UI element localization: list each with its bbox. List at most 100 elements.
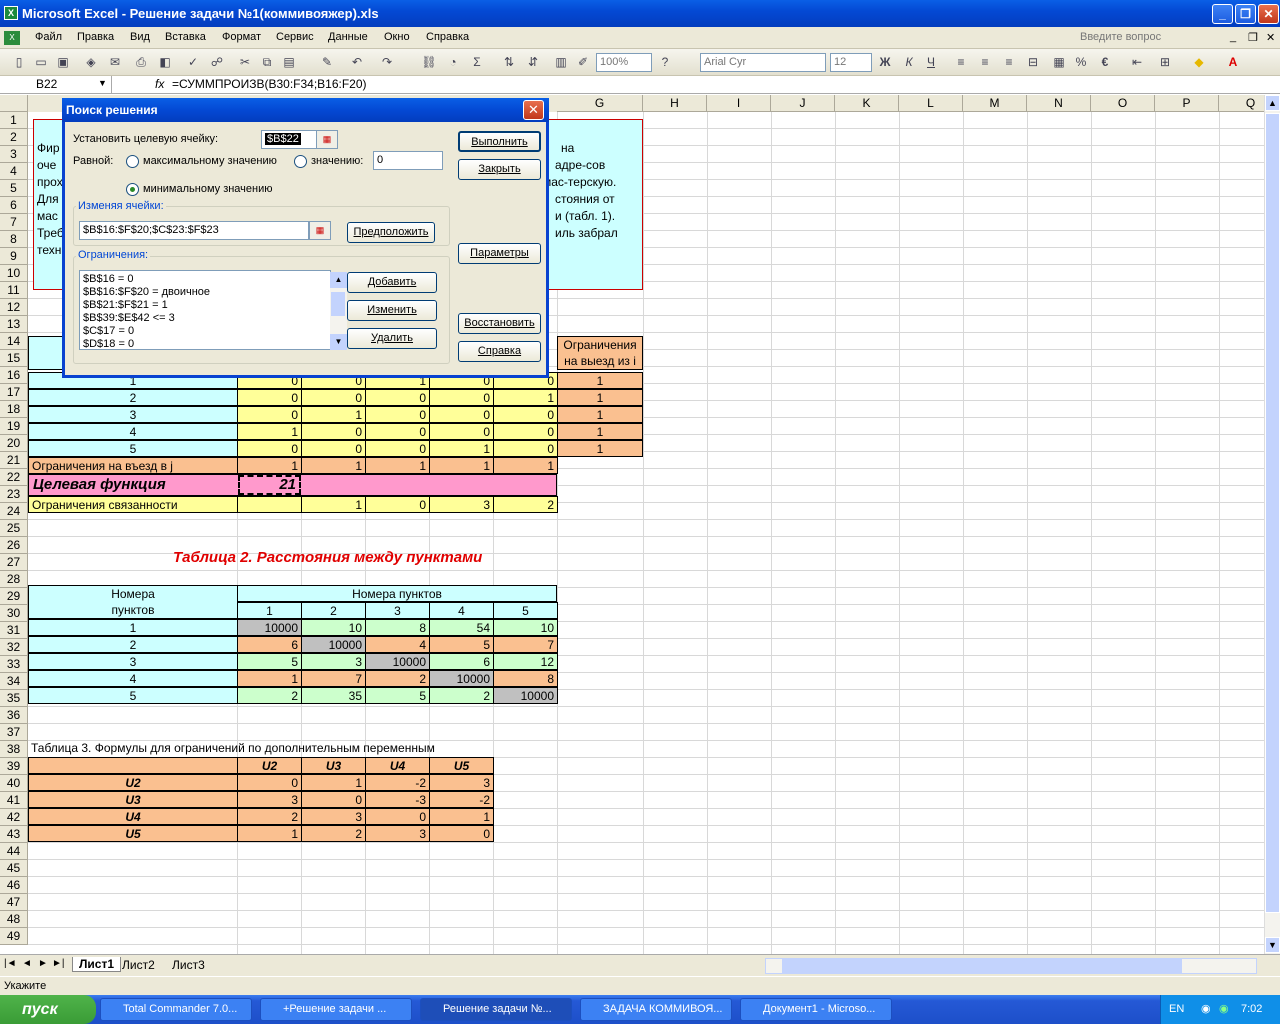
table1-cell[interactable]: 0 bbox=[237, 389, 302, 406]
chart-icon[interactable]: ◔ bbox=[444, 53, 462, 71]
copy-icon[interactable]: ⧉ bbox=[258, 53, 276, 71]
table2-cell[interactable]: 3 bbox=[301, 653, 366, 670]
drawing-icon[interactable]: ✐ bbox=[574, 53, 592, 71]
exit-constraint-cell[interactable]: 1 bbox=[557, 423, 643, 440]
table3-cell[interactable]: 0 bbox=[301, 791, 366, 808]
table3-row-label[interactable]: U3 bbox=[28, 791, 238, 808]
name-box[interactable]: B22 bbox=[2, 76, 112, 93]
table2-cell[interactable]: 54 bbox=[429, 619, 494, 636]
new-icon[interactable]: ▯ bbox=[10, 53, 28, 71]
row-header[interactable]: 14 bbox=[0, 333, 28, 350]
radio-max[interactable] bbox=[126, 155, 139, 168]
changing-cells-input[interactable]: $B$16:$F$20;$C$23:$F$23 bbox=[79, 221, 309, 240]
change-button[interactable]: Изменить bbox=[347, 300, 437, 321]
row-header[interactable]: 28 bbox=[0, 571, 28, 588]
row-header[interactable]: 21 bbox=[0, 452, 28, 469]
table3-col-label[interactable]: U4 bbox=[365, 757, 430, 774]
guess-button[interactable]: Предположить bbox=[347, 222, 435, 243]
menu-view[interactable]: Вид bbox=[130, 31, 150, 43]
fx-icon[interactable]: fx bbox=[155, 77, 164, 91]
row-header[interactable]: 45 bbox=[0, 860, 28, 877]
table3-cell[interactable]: 3 bbox=[301, 808, 366, 825]
list-item[interactable]: $B$21:$F$21 = 1 bbox=[83, 299, 327, 312]
row-header[interactable]: 3 bbox=[0, 146, 28, 163]
list-item[interactable]: $B$39:$E$42 <= 3 bbox=[83, 312, 327, 325]
connectivity-cell[interactable]: 0 bbox=[365, 496, 430, 513]
table2-cell[interactable]: 8 bbox=[365, 619, 430, 636]
table3-corner[interactable] bbox=[28, 757, 238, 774]
table3-cell[interactable]: 3 bbox=[429, 774, 494, 791]
row-header[interactable]: 47 bbox=[0, 894, 28, 911]
target-cell-input[interactable]: $B$22 bbox=[261, 130, 317, 149]
table1-row-label[interactable]: 5 bbox=[28, 440, 238, 457]
table2-col-label[interactable]: 2 bbox=[301, 602, 366, 619]
row-header[interactable]: 9 bbox=[0, 248, 28, 265]
row-header[interactable]: 48 bbox=[0, 911, 28, 928]
list-scroll-thumb[interactable] bbox=[331, 292, 345, 316]
table3-cell[interactable]: -3 bbox=[365, 791, 430, 808]
entry-constraint-cell[interactable]: 1 bbox=[493, 457, 558, 474]
menu-format[interactable]: Формат bbox=[222, 31, 261, 43]
task-word-doc-2[interactable]: ЗАДАЧА КОММИВОЯ... bbox=[580, 998, 732, 1021]
table1-cell[interactable]: 0 bbox=[237, 406, 302, 423]
table1-cell[interactable]: 0 bbox=[365, 440, 430, 457]
horizontal-scrollbar[interactable] bbox=[765, 958, 1257, 974]
table3-cell[interactable]: 3 bbox=[237, 791, 302, 808]
table2-row-label[interactable]: 1 bbox=[28, 619, 238, 636]
table3-cell[interactable]: 2 bbox=[237, 808, 302, 825]
table3-cell[interactable]: 1 bbox=[429, 808, 494, 825]
table1-cell[interactable]: 0 bbox=[365, 389, 430, 406]
table3-cell[interactable]: 0 bbox=[237, 774, 302, 791]
table2-cell[interactable]: 8 bbox=[493, 670, 558, 687]
scroll-thumb[interactable] bbox=[1265, 113, 1280, 913]
row-header[interactable]: 1 bbox=[0, 112, 28, 129]
menu-file[interactable]: Файл bbox=[35, 31, 62, 43]
row-header[interactable]: 2 bbox=[0, 129, 28, 146]
table2-cell[interactable]: 12 bbox=[493, 653, 558, 670]
table1-cell[interactable]: 1 bbox=[237, 423, 302, 440]
menu-edit[interactable]: Правка bbox=[77, 31, 114, 43]
table1-cell[interactable]: 0 bbox=[301, 389, 366, 406]
menu-help[interactable]: Справка bbox=[426, 31, 469, 43]
undo-icon[interactable]: ↶ bbox=[348, 53, 366, 71]
table2-col-label[interactable]: 1 bbox=[237, 602, 302, 619]
table2-row-header[interactable]: Номера пунктов bbox=[28, 585, 238, 619]
table2-cell[interactable]: 5 bbox=[365, 687, 430, 704]
table1-cell[interactable]: 1 bbox=[493, 389, 558, 406]
table1-cell[interactable]: 1 bbox=[429, 440, 494, 457]
exit-constraint-cell[interactable]: 1 bbox=[557, 372, 643, 389]
row-header[interactable]: 43 bbox=[0, 826, 28, 843]
task-total-commander[interactable]: Total Commander 7.0... bbox=[100, 998, 252, 1021]
connectivity-cell[interactable]: 2 bbox=[493, 496, 558, 513]
table2-row-label[interactable]: 2 bbox=[28, 636, 238, 653]
table1-row-label[interactable]: 4 bbox=[28, 423, 238, 440]
list-item[interactable]: $C$17 = 0 bbox=[83, 325, 327, 338]
font-size-select[interactable]: 12 bbox=[830, 53, 872, 72]
col-header-p[interactable]: P bbox=[1155, 95, 1219, 112]
table3-row-label[interactable]: U5 bbox=[28, 825, 238, 842]
open-icon[interactable]: ▭ bbox=[32, 53, 50, 71]
row-header[interactable]: 5 bbox=[0, 180, 28, 197]
table2-cell[interactable]: 10 bbox=[493, 619, 558, 636]
table3-cell[interactable]: 2 bbox=[301, 825, 366, 842]
font-color-icon[interactable]: A bbox=[1224, 53, 1242, 71]
table2-cell[interactable]: 2 bbox=[429, 687, 494, 704]
tray-app-icon[interactable]: ◉ bbox=[1201, 995, 1211, 1024]
scroll-up-icon[interactable]: ▲ bbox=[1265, 95, 1280, 111]
row-header[interactable]: 40 bbox=[0, 775, 28, 792]
row-header[interactable]: 34 bbox=[0, 673, 28, 690]
row-header[interactable]: 12 bbox=[0, 299, 28, 316]
entry-constraint-cell[interactable]: 1 bbox=[237, 457, 302, 474]
tab-prev-icon[interactable]: ◄ bbox=[22, 958, 32, 969]
font-select[interactable]: Arial Cyr bbox=[700, 53, 826, 72]
objective-value-cell[interactable]: 21 bbox=[238, 475, 301, 495]
table1-cell[interactable]: 0 bbox=[365, 423, 430, 440]
connectivity-cell[interactable] bbox=[237, 496, 302, 513]
name-box-dropdown-icon[interactable]: ▼ bbox=[98, 78, 107, 88]
row-header[interactable]: 49 bbox=[0, 928, 28, 945]
row-header[interactable]: 4 bbox=[0, 163, 28, 180]
table1-cell[interactable]: 0 bbox=[493, 423, 558, 440]
constraints-list[interactable]: $B$16 = 0 $B$16:$F$20 = двоичное $B$21:$… bbox=[79, 270, 347, 350]
format-painter-icon[interactable]: ✎ bbox=[318, 53, 336, 71]
chart-wizard-icon[interactable]: ▥ bbox=[552, 53, 570, 71]
